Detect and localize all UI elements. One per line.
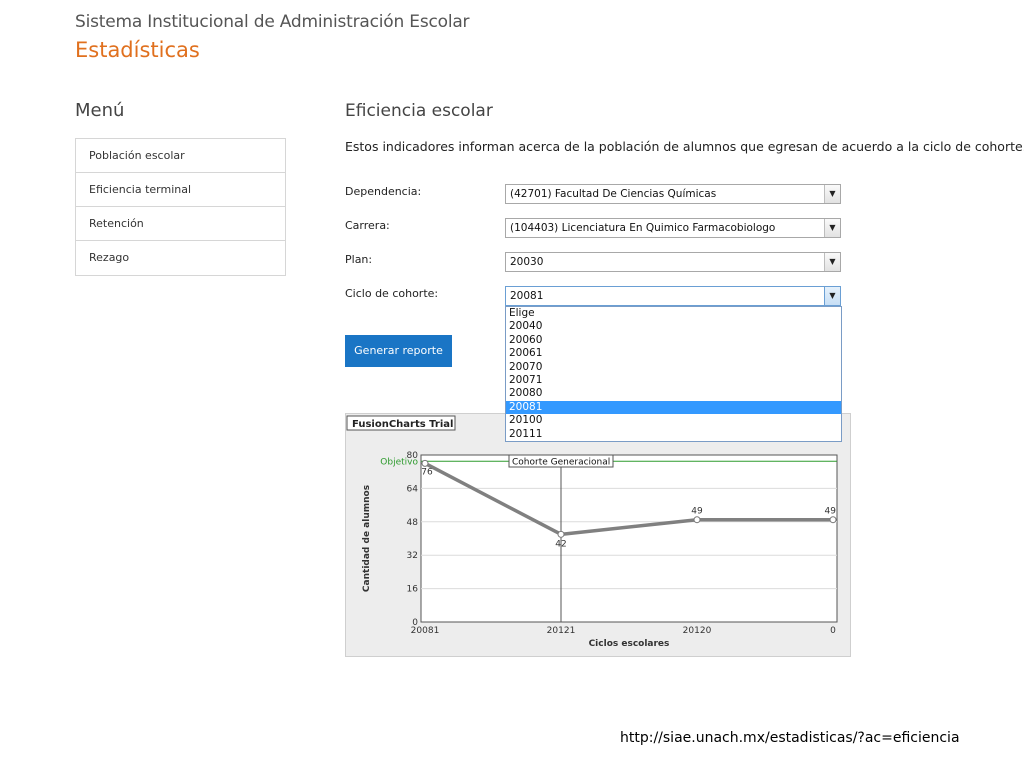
chevron-down-icon: ▼ [824, 185, 840, 203]
page-heading: Eficiencia escolar [345, 101, 493, 121]
chevron-down-icon: ▼ [824, 253, 840, 271]
ciclo-option[interactable]: 20080 [506, 387, 841, 400]
ciclo-option[interactable]: Elige [506, 307, 841, 320]
y-tick-label: 16 [407, 585, 419, 595]
data-value-label: 49 [691, 507, 703, 517]
data-point [829, 516, 837, 524]
data-point [421, 459, 429, 467]
data-point [557, 530, 565, 538]
ciclo-option[interactable]: 20070 [506, 361, 841, 374]
data-value-label: 42 [555, 539, 566, 549]
dependencia-select[interactable]: (42701) Facultad De Ciencias Químicas ▼ [505, 184, 841, 204]
menu-item-retencion[interactable]: Retención [76, 207, 285, 241]
trial-badge-text: FusionCharts Trial [352, 419, 453, 430]
menu-item-poblacion-escolar[interactable]: Población escolar [76, 139, 285, 173]
section-title: Estadísticas [75, 38, 200, 62]
app-title: Sistema Institucional de Administración … [75, 12, 470, 32]
ciclo-option[interactable]: 20071 [506, 374, 841, 387]
chevron-down-icon: ▼ [824, 287, 840, 305]
chevron-down-icon: ▼ [824, 219, 840, 237]
ciclo-option[interactable]: 20060 [506, 334, 841, 347]
carrera-value: (104403) Licenciatura En Quimico Farmaco… [510, 222, 776, 234]
sidebar-menu: Población escolar Eficiencia terminal Re… [75, 138, 286, 276]
carrera-label: Carrera: [345, 219, 390, 232]
objective-label: Objetivo [380, 457, 418, 467]
menu-title: Menú [75, 100, 125, 121]
intro-text: Estos indicadores informan acerca de la … [345, 139, 1024, 154]
ciclo-dropdown-list: Elige 20040 20060 20061 20070 20071 20080 20081… [505, 306, 842, 442]
plan-select[interactable]: 20030 ▼ [505, 252, 841, 272]
dependencia-label: Dependencia: [345, 185, 422, 198]
carrera-select[interactable]: (104403) Licenciatura En Quimico Farmaco… [505, 218, 841, 238]
ciclo-label: Ciclo de cohorte: [345, 287, 439, 300]
x-tick-label: 20081 [411, 626, 440, 636]
generate-report-button[interactable]: Generar reporte [345, 335, 452, 367]
menu-item-rezago[interactable]: Rezago [76, 241, 285, 275]
data-value-label: 76 [421, 467, 433, 477]
page-url: http://siae.unach.mx/estadisticas/?ac=ef… [620, 730, 960, 746]
ciclo-option[interactable]: 20061 [506, 347, 841, 360]
x-axis-title: Ciclos escolares [589, 639, 670, 649]
line-chart: FusionCharts Trial01632486480Objetivo Coh… [346, 415, 838, 649]
x-tick-label: 0 [830, 626, 836, 636]
x-tick-label: 20120 [683, 626, 712, 636]
y-tick-label: 32 [407, 551, 418, 561]
cohort-marker-label: Cohorte Generacional [512, 458, 610, 468]
data-value-label: 49 [825, 507, 837, 517]
plan-value: 20030 [510, 256, 544, 268]
y-tick-label: 64 [407, 484, 419, 494]
menu-item-eficiencia-terminal[interactable]: Eficiencia terminal [76, 173, 285, 207]
data-point [693, 516, 701, 524]
ciclo-select[interactable]: 20081 ▼ [505, 286, 841, 306]
ciclo-option[interactable]: 20100 [506, 414, 841, 427]
plan-label: Plan: [345, 253, 373, 266]
ciclo-option[interactable]: 20081 [506, 400, 841, 415]
ciclo-option[interactable]: 20111 [506, 428, 841, 441]
y-axis-title: Cantidad de alumnos [362, 485, 372, 592]
y-tick-label: 48 [407, 518, 419, 528]
ciclo-option[interactable]: 20040 [506, 320, 841, 333]
x-tick-label: 20121 [547, 626, 576, 636]
plot-area [420, 454, 838, 623]
chart-container: FusionCharts Trial 0 16 32 48 64 80 Objetivo Coh… [345, 413, 851, 657]
dependencia-value: (42701) Facultad De Ciencias Químicas [510, 188, 717, 200]
ciclo-value: 20081 [510, 290, 544, 302]
